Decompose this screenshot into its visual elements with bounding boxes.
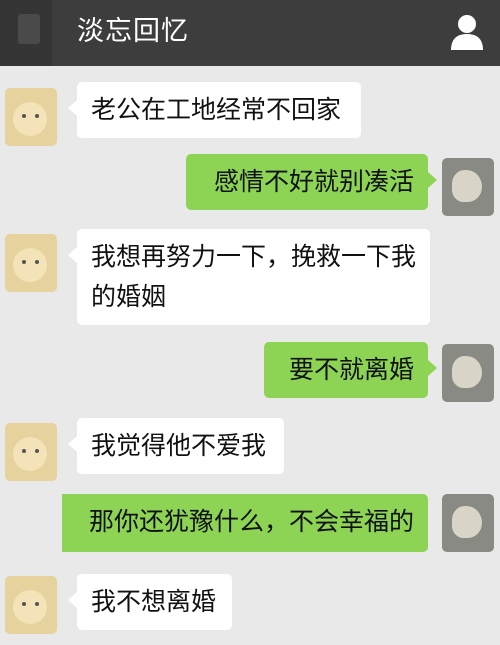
message-bubble-incoming[interactable]: 老公在工地经常不回家 xyxy=(68,82,361,138)
contact-avatar[interactable] xyxy=(5,234,57,292)
my-avatar[interactable] xyxy=(442,158,494,216)
message-bubble-outgoing[interactable]: 要不就离婚 xyxy=(264,342,437,398)
contact-avatar[interactable] xyxy=(5,88,57,146)
contact-avatar[interactable] xyxy=(5,423,57,481)
my-avatar[interactable] xyxy=(442,344,494,402)
message-bubble-outgoing[interactable]: 那你还犹豫什么，不会幸福的 xyxy=(62,494,428,552)
message-bubble-outgoing[interactable]: 感情不好就别凑活 xyxy=(186,154,437,210)
message-bubble-incoming[interactable]: 我觉得他不爱我 xyxy=(68,418,284,474)
chat-header: 淡忘回忆 xyxy=(0,0,500,66)
person-icon[interactable] xyxy=(448,12,486,52)
chat-title: 淡忘回忆 xyxy=(77,16,189,47)
back-icon[interactable] xyxy=(0,0,52,66)
message-bubble-incoming[interactable]: 我想再努力一下，挽救一下我的婚姻 xyxy=(68,229,430,325)
message-list[interactable]: 老公在工地经常不回家 感情不好就别凑活 我想再努力一下，挽救一下我的婚姻 要不就… xyxy=(0,66,500,645)
message-bubble-incoming[interactable]: 我不想离婚 xyxy=(68,574,232,630)
contact-avatar[interactable] xyxy=(5,576,57,634)
my-avatar[interactable] xyxy=(442,494,494,552)
